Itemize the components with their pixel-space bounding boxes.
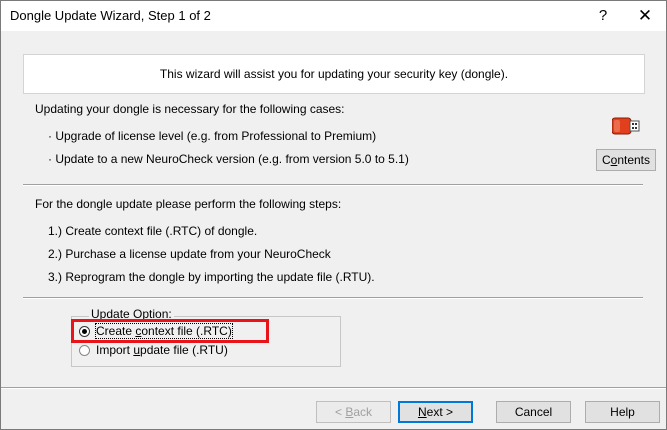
step-item: 1.) Create context file (.RTC) of dongle… (48, 224, 258, 238)
back-button[interactable]: < Back (316, 401, 391, 423)
intro-text: This wizard will assist you for updating… (159, 67, 509, 81)
radio-selected-dot (82, 329, 87, 334)
divider (1, 387, 666, 389)
window-title: Dongle Update Wizard, Step 1 of 2 (10, 8, 211, 23)
cancel-button[interactable]: Cancel (496, 401, 571, 423)
update-option-label: Update Option: (89, 307, 174, 321)
title-bar[interactable]: Dongle Update Wizard, Step 1 of 2 ? ✕ (1, 1, 666, 31)
next-label-accel: N (417, 405, 427, 419)
contents-button[interactable]: Contents (596, 149, 656, 171)
next-button[interactable]: Next > (398, 401, 473, 423)
case-item: · Upgrade of license level (e.g. from Pr… (48, 129, 377, 143)
radio-create-context[interactable] (79, 326, 90, 337)
back-label-pre: < (334, 405, 346, 419)
steps-heading: For the dongle update please perform the… (35, 197, 342, 211)
cases-heading: Updating your dongle is necessary for th… (35, 102, 345, 116)
option-label-post: pdate file (.RTU) (140, 343, 228, 357)
divider (23, 184, 643, 186)
intro-banner: This wizard will assist you for updating… (23, 54, 645, 94)
help-title-button[interactable]: ? (586, 1, 620, 31)
step-item: 2.) Purchase a license update from your … (48, 247, 331, 261)
wizard-window: Dongle Update Wizard, Step 1 of 2 ? ✕ Th… (0, 0, 667, 430)
option-label-post: ontext file (.RTC) (141, 324, 232, 338)
contents-label-pre: C (601, 153, 611, 167)
option-label-pre: Create (96, 324, 136, 338)
contents-label-post: ntents (617, 153, 651, 167)
back-label-post: ack (353, 405, 373, 419)
divider (23, 297, 643, 299)
option-label-pre: Import (96, 343, 134, 357)
option-import-update-label[interactable]: Import update file (.RTU) (96, 343, 228, 357)
option-create-context-label[interactable]: Create context file (.RTC) (95, 323, 233, 339)
help-button[interactable]: Help (585, 401, 660, 423)
close-button[interactable]: ✕ (628, 1, 662, 31)
case-item: · Update to a new NeuroCheck version (e.… (48, 152, 409, 166)
next-label-post: ext > (426, 405, 454, 419)
usb-dongle-icon (612, 117, 640, 135)
step-item: 3.) Reprogram the dongle by importing th… (48, 270, 375, 284)
radio-import-update[interactable] (79, 345, 90, 356)
